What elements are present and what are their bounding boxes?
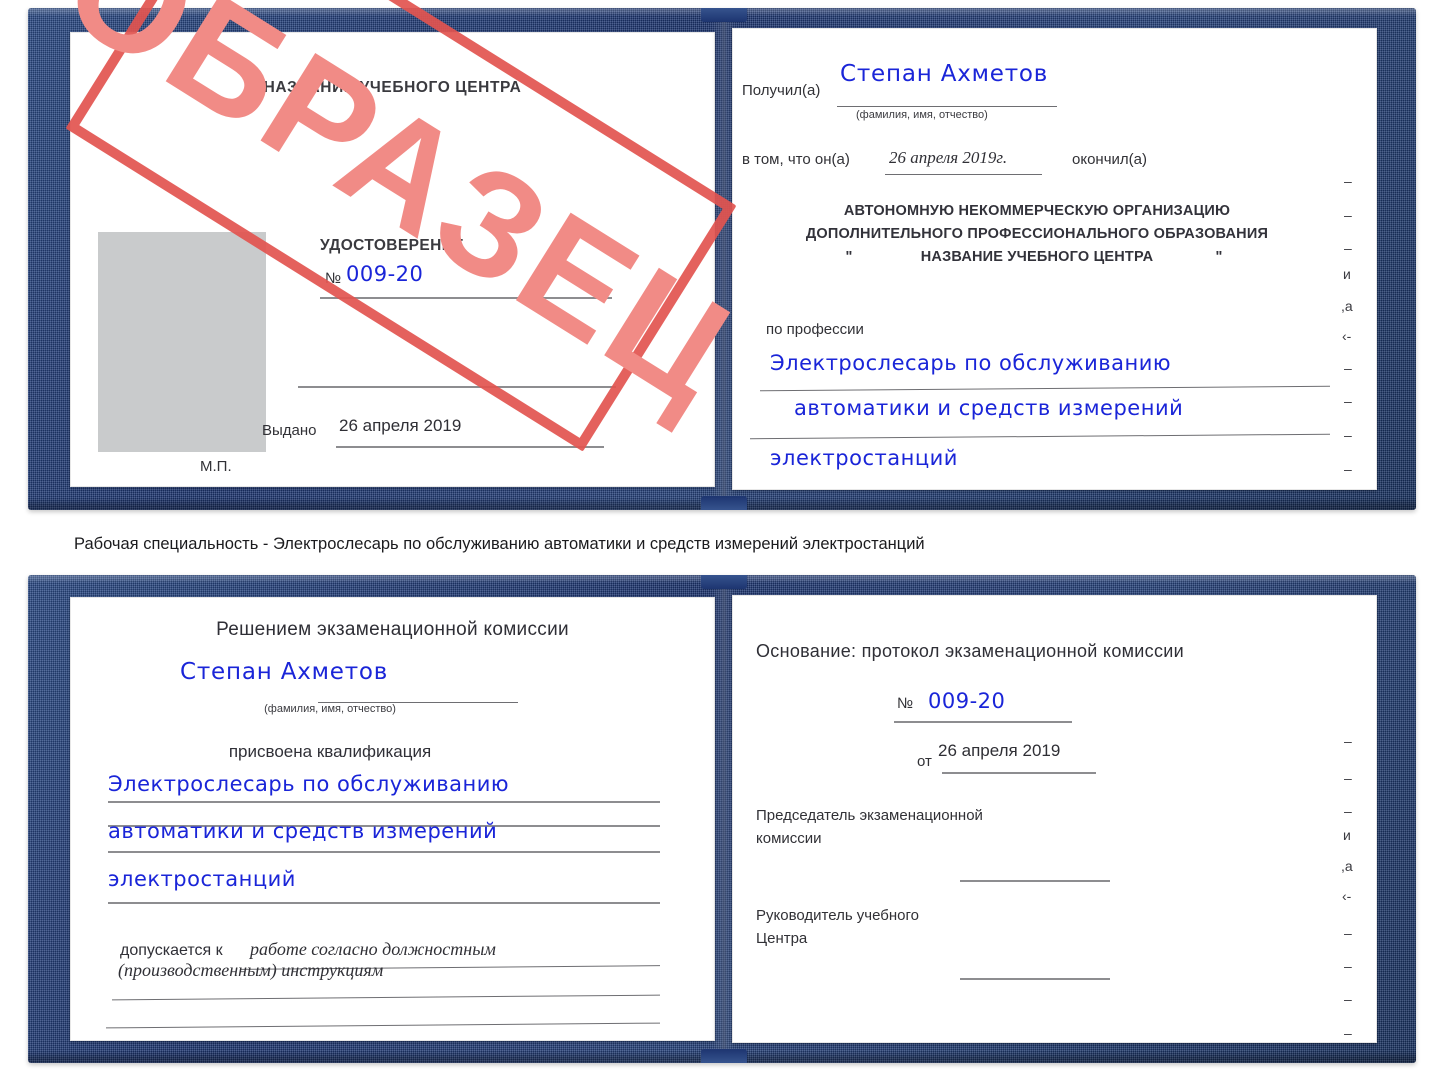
caption-text: Рабочая специальность - Электрослесарь п… [74, 535, 925, 553]
edge-fragment: – [1344, 461, 1352, 477]
edge-fragment: – [1344, 393, 1352, 409]
edge-fragment: и [1343, 266, 1351, 282]
top-right-in-that-label: в том, что он(а) [742, 151, 850, 168]
top-right-name-rule [837, 106, 1057, 107]
top-right-received-label: Получил(а) [742, 82, 821, 99]
bottom-left-admitted-value-line2: (производственным) инструкциям [118, 960, 384, 980]
top-right-received-value: Степан Ахметов [840, 61, 1049, 87]
certificate-top-left-page: НАЗВАНИЕ УЧЕБНОГО ЦЕНТРА УДОСТОВЕРЕНИЕ №… [70, 32, 715, 487]
bottom-left-qual-rule2 [108, 851, 660, 853]
edge-fragment: ,а [1341, 858, 1353, 874]
edge-fragment: – [1344, 770, 1352, 786]
certificate-top: НАЗВАНИЕ УЧЕБНОГО ЦЕНТРА УДОСТОВЕРЕНИЕ №… [28, 8, 1416, 510]
edge-fragment: – [1344, 925, 1352, 941]
top-left-number-value: 009-20 [346, 262, 424, 286]
top-right-profession-rule2 [750, 433, 1330, 440]
top-right-name-hint: (фамилия, имя, отчество) [856, 109, 988, 121]
top-left-number-label: № [325, 270, 342, 287]
bottom-right-date-label: от [917, 753, 932, 770]
edge-fragment: – [1344, 240, 1352, 256]
bottom-right-number-value: 009-20 [928, 689, 1006, 713]
bottom-right-chairman-line1: Председатель экзаменационной [756, 807, 983, 824]
certificate-bottom-spine-tab-bottom [701, 1049, 747, 1063]
top-right-profession-label: по профессии [766, 321, 864, 338]
bottom-right-chairman-line2: комиссии [756, 830, 822, 847]
edge-fragment: ,а [1341, 298, 1353, 314]
top-right-finished-label: окончил(а) [1072, 151, 1147, 168]
top-right-completion-date: 26 апреля 2019г. [889, 148, 1008, 167]
photo-placeholder [98, 232, 266, 452]
top-left-doc-type: УДОСТОВЕРЕНИЕ [320, 237, 464, 254]
top-right-org-quote-close: " [1215, 249, 1223, 265]
top-right-org-line1: АВТОНОМНУЮ НЕКОММЕРЧЕСКУЮ ОРГАНИЗАЦИЮ [843, 203, 1231, 219]
bottom-right-chairman-sign-rule [960, 880, 1110, 882]
top-left-issued-value: 26 апреля 2019 [339, 416, 462, 435]
bottom-right-number-rule [894, 721, 1072, 723]
bottom-left-admitted-value-line1: работе согласно должностным [250, 939, 496, 959]
top-left-issued-label: Выдано [262, 422, 317, 439]
edge-fragment: – [1344, 991, 1352, 1007]
top-right-profession-line2: автоматики и средств измерений [794, 396, 1184, 420]
top-left-blank-rule [298, 386, 616, 388]
top-right-profession-rule1 [760, 385, 1330, 392]
edge-fragment: – [1344, 803, 1352, 819]
certificate-bottom-right-page: Основание: протокол экзаменационной коми… [732, 595, 1377, 1043]
certificate-bottom-left-page: Решением экзаменационной комиссии Степан… [70, 597, 715, 1041]
certificate-top-spine-tab-bottom [701, 496, 747, 510]
bottom-left-admitted-rule3 [106, 1022, 660, 1029]
bottom-left-admitted-rule2 [112, 994, 660, 1001]
edge-fragment: ‹- [1342, 888, 1352, 904]
top-right-org-line2: ДОПОЛНИТЕЛЬНОГО ПРОФЕССИОНАЛЬНОГО ОБРАЗО… [805, 226, 1269, 242]
bottom-left-qualification-line3: электростанций [108, 867, 296, 891]
bottom-left-qual-rule1 [108, 801, 660, 803]
top-left-issued-rule [336, 446, 604, 448]
bottom-right-date-rule [942, 772, 1096, 774]
edge-fragment: и [1343, 827, 1351, 843]
top-right-date-rule [885, 174, 1042, 175]
edge-fragment: – [1344, 173, 1352, 189]
top-left-seal-label: М.П. [200, 458, 232, 475]
bottom-right-basis-label: Основание: протокол экзаменационной коми… [756, 641, 1184, 661]
top-right-profession-line3: электростанций [770, 446, 958, 470]
edge-fragment: – [1344, 1025, 1352, 1041]
bottom-right-date-value: 26 апреля 2019 [938, 741, 1061, 760]
bottom-left-qualification-label: присвоена квалификация [228, 742, 432, 761]
edge-fragment: – [1344, 207, 1352, 223]
top-left-number-rule [320, 297, 612, 299]
bottom-left-name-value: Степан Ахметов [180, 659, 389, 685]
edge-fragment: – [1344, 360, 1352, 376]
bottom-left-qualification-line1: Электрослесарь по обслуживанию [108, 772, 510, 796]
bottom-right-director-line2: Центра [756, 930, 808, 947]
bottom-left-qualification-line2: автоматики и средств измерений [108, 819, 498, 843]
top-right-org-line3: НАЗВАНИЕ УЧЕБНОГО ЦЕНТРА [920, 249, 1154, 265]
edge-fragment: ‹- [1342, 328, 1352, 344]
certificate-bottom-spine-tab-top [701, 575, 747, 589]
top-left-header: НАЗВАНИЕ УЧЕБНОГО ЦЕНТРА [263, 79, 522, 96]
edge-fragment: – [1344, 733, 1352, 749]
bottom-left-name-hint: (фамилия, имя, отчество) [264, 703, 396, 715]
top-right-profession-line1: Электрослесарь по обслуживанию [770, 351, 1172, 375]
bottom-right-director-line1: Руководитель учебного [756, 907, 919, 924]
bottom-right-director-sign-rule [960, 978, 1110, 980]
certificate-bottom: Решением экзаменационной комиссии Степан… [28, 575, 1416, 1063]
bottom-right-number-label: № [897, 695, 914, 712]
edge-fragment: – [1344, 427, 1352, 443]
certificate-top-right-page: Получил(а) Степан Ахметов (фамилия, имя,… [732, 28, 1377, 490]
edge-fragment: – [1344, 958, 1352, 974]
bottom-left-admitted-label: допускается к [120, 942, 223, 959]
certificate-top-spine-tab-top [701, 8, 747, 22]
bottom-left-qual-rule3 [108, 902, 660, 904]
bottom-left-header: Решением экзаменационной комиссии [216, 619, 569, 640]
